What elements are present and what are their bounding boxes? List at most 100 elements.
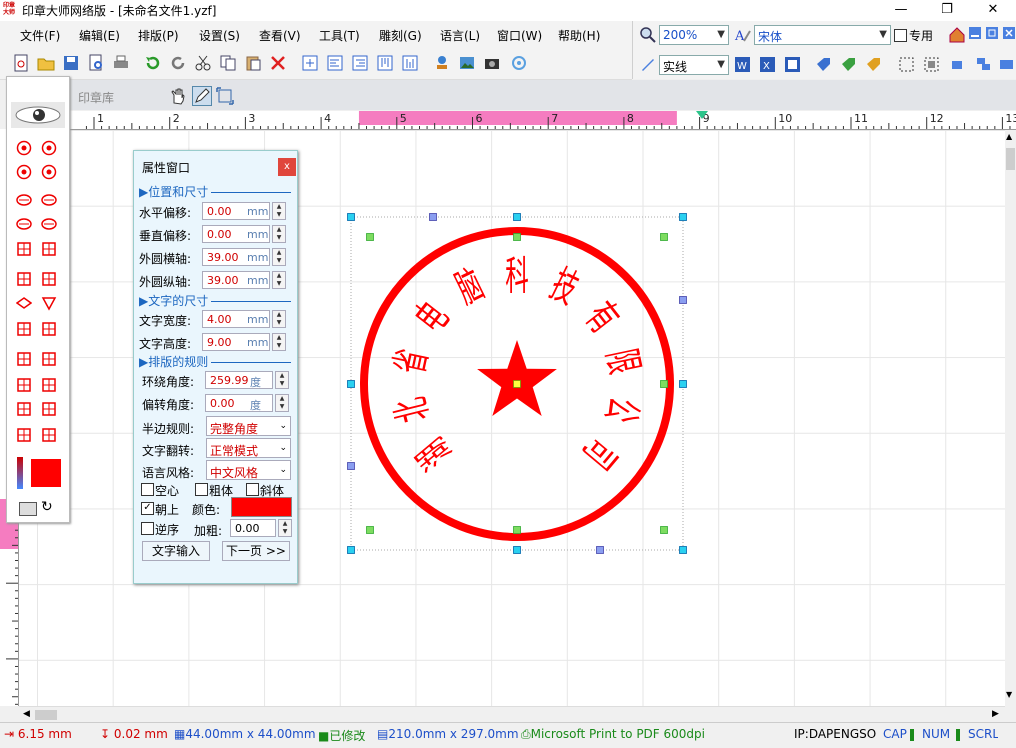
italic-checkbox[interactable] (246, 483, 259, 496)
hollow-checkbox[interactable] (141, 483, 154, 496)
select-all-icon[interactable] (923, 56, 940, 73)
bold-checkbox[interactable] (195, 483, 208, 496)
undo-icon[interactable] (144, 54, 162, 72)
text-h-stepper[interactable]: ▲ ▼ (272, 333, 286, 351)
text-w-stepper[interactable]: ▲ ▼ (272, 310, 286, 328)
copy-icon[interactable] (219, 54, 237, 72)
camera-icon[interactable] (483, 54, 501, 72)
restore-child-icon[interactable] (985, 26, 999, 40)
half-rule-select[interactable]: 完整角度 ⌄ (206, 416, 291, 436)
hand-tool-icon[interactable] (169, 87, 187, 105)
v-offset-input[interactable]: 0.00 mm (202, 225, 270, 243)
two-col-icon[interactable] (41, 377, 57, 393)
align-bottom-icon[interactable] (401, 54, 419, 72)
text-w-input[interactable]: 4.00 mm (202, 310, 270, 328)
oval-star-icon[interactable] (16, 192, 32, 208)
scroll-down-icon[interactable]: ▼ (1006, 690, 1012, 699)
outer-h-stepper[interactable]: ▲ ▼ (272, 248, 286, 266)
lang-style-select[interactable]: 中文风格 ⌄ (206, 460, 291, 480)
outer-h-input[interactable]: 39.00 mm (202, 248, 270, 266)
oval-bar-icon[interactable] (41, 216, 57, 232)
image-tool-icon[interactable] (458, 54, 476, 72)
vertical-scroll-thumb[interactable] (1006, 148, 1015, 170)
outer-v-stepper[interactable]: ▲ ▼ (272, 271, 286, 289)
oval-dot-icon[interactable] (41, 192, 57, 208)
home-icon[interactable] (948, 26, 966, 44)
stack-rect-icon[interactable] (41, 401, 57, 417)
outer-v-input[interactable]: 39.00 mm (202, 271, 270, 289)
menu-view[interactable]: 查看(V) (259, 27, 301, 44)
horizontal-scrollbar[interactable]: ◀ ▶ (19, 706, 1005, 723)
minimize-button[interactable]: — (878, 0, 924, 21)
stamp-tool-icon[interactable] (433, 54, 451, 72)
text-h-input[interactable]: 9.00 mm (202, 333, 270, 351)
thicken-input[interactable]: 0.00 (230, 519, 276, 537)
align-right-icon[interactable] (351, 54, 369, 72)
row-dots-icon[interactable] (16, 427, 32, 443)
image-export-icon[interactable] (784, 56, 801, 73)
select-area-icon[interactable] (898, 56, 915, 73)
align-top-icon[interactable] (376, 54, 394, 72)
scroll-left-icon[interactable]: ◀ (23, 709, 30, 719)
menu-file[interactable]: 文件(F) (20, 27, 60, 44)
square-frame-icon[interactable] (16, 271, 32, 287)
quad-square-icon[interactable] (16, 321, 32, 337)
redo-icon[interactable] (169, 54, 187, 72)
quad-rect-icon[interactable] (41, 321, 57, 337)
triangle-icon[interactable] (41, 295, 57, 311)
oval-line-icon[interactable] (16, 216, 32, 232)
menu-layout[interactable]: 排版(P) (138, 27, 179, 44)
color-swatch[interactable] (31, 459, 61, 487)
tag-blue-icon[interactable] (815, 56, 832, 73)
keyboard-icon[interactable] (19, 502, 37, 516)
menu-tools[interactable]: 工具(T) (319, 27, 360, 44)
align-center-icon[interactable] (301, 54, 319, 72)
eye-preview-icon[interactable] (11, 102, 65, 128)
menu-engrave[interactable]: 雕刻(G) (379, 27, 422, 44)
open-folder-icon[interactable] (37, 54, 55, 72)
zoom-select[interactable]: 200% ▼ (659, 25, 729, 45)
two-row-icon[interactable] (16, 377, 32, 393)
ungroup-icon[interactable] (998, 56, 1015, 73)
delete-icon[interactable] (269, 54, 287, 72)
refresh-icon[interactable]: ↻ (41, 499, 53, 515)
circle-line-icon[interactable] (16, 164, 32, 180)
circle-dot-icon[interactable] (41, 140, 57, 156)
stack-square-icon[interactable] (16, 401, 32, 417)
close-child-icon[interactable] (1002, 26, 1016, 40)
minimize-child-icon[interactable] (968, 26, 982, 40)
menu-edit[interactable]: 编辑(E) (79, 27, 120, 44)
vertical-scrollbar[interactable]: ▲ ▼ (1005, 130, 1016, 706)
print-icon[interactable] (112, 54, 130, 72)
properties-close-button[interactable]: x (278, 158, 296, 176)
close-button[interactable]: ✕ (970, 0, 1016, 21)
diamond-icon[interactable] (16, 295, 32, 311)
grid-square-icon[interactable] (16, 241, 32, 257)
nine-square-icon[interactable] (16, 351, 32, 367)
group-icon[interactable] (975, 56, 992, 73)
maximize-button[interactable]: ❐ (924, 0, 970, 21)
h-offset-input[interactable]: 0.00 mm (202, 202, 270, 220)
wrap-angle-input[interactable]: 259.99 度 (205, 371, 273, 389)
h-offset-stepper[interactable]: ▲ ▼ (272, 202, 286, 220)
row-bars-icon[interactable] (41, 427, 57, 443)
dedicated-checkbox[interactable] (894, 29, 907, 42)
menu-window[interactable]: 窗口(W) (497, 27, 542, 44)
menu-language[interactable]: 语言(L) (440, 27, 480, 44)
tab-stamp-library[interactable]: 印章库 (78, 89, 114, 106)
settings-tool-icon[interactable] (510, 54, 528, 72)
gradient-icon[interactable] (17, 457, 23, 489)
paste-icon[interactable] (244, 54, 262, 72)
grid-rect-icon[interactable] (41, 241, 57, 257)
circle-bar-icon[interactable] (41, 164, 57, 180)
align-left-icon[interactable] (326, 54, 344, 72)
tag-green-icon[interactable] (840, 56, 857, 73)
pencil-tool-icon[interactable] (192, 86, 212, 106)
rect-frame-icon[interactable] (41, 271, 57, 287)
tag-orange-icon[interactable] (865, 56, 882, 73)
save-icon[interactable] (62, 54, 80, 72)
new-file-icon[interactable] (12, 54, 30, 72)
scroll-up-icon[interactable]: ▲ (1006, 132, 1012, 141)
word-icon[interactable]: W (734, 56, 751, 73)
fit-tool-icon[interactable] (216, 87, 234, 105)
